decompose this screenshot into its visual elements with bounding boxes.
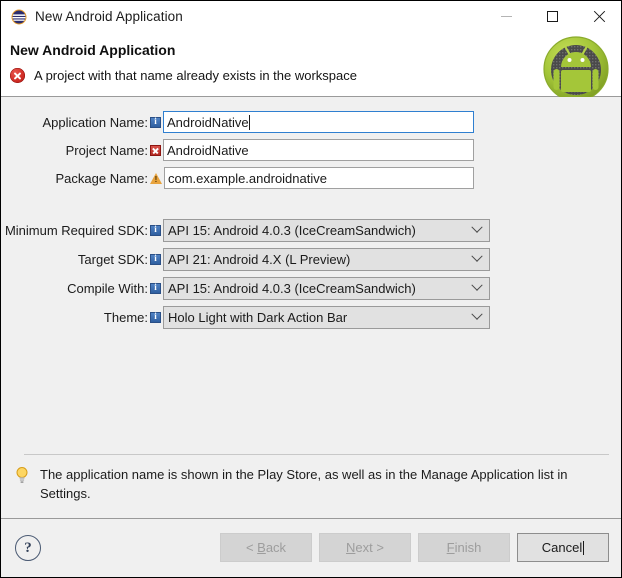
minimize-icon (500, 16, 512, 17)
next-button-label: Next > (346, 540, 384, 555)
label-minimum-required-sdk: Minimum Required SDK: (4, 222, 148, 238)
field-row-theme: Theme: Holo Light with Dark Action Bar (1, 305, 621, 329)
target-sdk-dropdown[interactable]: API 21: Android 4.X (L Preview) (163, 247, 490, 271)
label-compile-with: Compile With: (67, 280, 148, 296)
field-row-compile-with: Compile With: API 15: Android 4.0.3 (Ice… (1, 276, 621, 300)
field-row-application-name: Application Name: AndroidNative (1, 110, 621, 134)
next-button[interactable]: Next > (319, 533, 411, 562)
validation-message-text: A project with that name already exists … (34, 68, 357, 83)
error-icon (10, 68, 25, 83)
eclipse-icon (11, 9, 27, 25)
android-robot-logo (541, 34, 611, 104)
dialog-header: New Android Application A project with t… (1, 32, 621, 102)
hint-area: The application name is shown in the Pla… (1, 447, 621, 517)
warning-icon (150, 172, 162, 185)
text-caret (248, 114, 250, 130)
field-row-package-name: Package Name: com.example.androidnative (1, 166, 621, 190)
maximize-icon (546, 11, 558, 22)
field-row-project-name: Project Name: AndroidNative (1, 138, 621, 162)
info-icon (150, 116, 161, 128)
project-name-input[interactable]: AndroidNative (163, 139, 474, 161)
theme-value: Holo Light with Dark Action Bar (168, 309, 348, 325)
minimum-required-sdk-dropdown[interactable]: API 15: Android 4.0.3 (IceCreamSandwich) (163, 218, 490, 242)
label-theme: Theme: (103, 309, 148, 325)
error-icon (150, 144, 161, 156)
theme-dropdown[interactable]: Holo Light with Dark Action Bar (163, 305, 490, 329)
question-mark-icon[interactable]: ? (15, 535, 41, 561)
info-icon (150, 311, 161, 323)
chevron-down-icon[interactable] (465, 220, 489, 241)
maximize-button[interactable] (529, 1, 575, 32)
page-title: New Android Application (10, 42, 176, 58)
back-button[interactable]: < Back (220, 533, 312, 562)
window-title: New Android Application (35, 9, 183, 24)
hint-separator (24, 454, 609, 455)
field-row-minimum-required-sdk: Minimum Required SDK: API 15: Android 4.… (1, 218, 621, 242)
info-icon (150, 253, 161, 265)
package-name-input[interactable]: com.example.androidnative (164, 167, 474, 189)
hint-text: The application name is shown in the Pla… (40, 467, 568, 501)
chevron-down-icon[interactable] (465, 307, 489, 328)
finish-button[interactable]: Finish (418, 533, 510, 562)
project-name-value: AndroidNative (167, 142, 249, 158)
package-name-value: com.example.androidnative (168, 170, 327, 186)
footer-button-group: < Back Next > Finish Cancel (220, 533, 609, 562)
validation-message: A project with that name already exists … (10, 68, 357, 83)
new-android-application-dialog: New Android Application New Android Appl… (0, 0, 622, 578)
compile-with-dropdown[interactable]: API 15: Android 4.0.3 (IceCreamSandwich) (163, 276, 490, 300)
field-row-target-sdk: Target SDK: API 21: Android 4.X (L Previ… (1, 247, 621, 271)
close-button[interactable] (575, 1, 621, 32)
back-button-label: < Back (245, 540, 287, 555)
dialog-footer: ? < Back Next > Finish Cancel (1, 519, 621, 577)
window-controls (483, 1, 621, 32)
label-package-name: Package Name: (55, 170, 149, 186)
chevron-down-icon[interactable] (465, 249, 489, 270)
label-project-name: Project Name: (65, 142, 148, 158)
minimize-button[interactable] (483, 1, 529, 32)
compile-with-value: API 15: Android 4.0.3 (IceCreamSandwich) (168, 280, 416, 296)
minimum-required-sdk-value: API 15: Android 4.0.3 (IceCreamSandwich) (168, 222, 416, 238)
hint-row: The application name is shown in the Pla… (15, 465, 581, 503)
cancel-button-label: Cancel (541, 540, 583, 555)
lightbulb-icon (15, 466, 29, 484)
dialog-body: Application Name: AndroidNative Project … (1, 97, 621, 519)
chevron-down-icon[interactable] (465, 278, 489, 299)
target-sdk-value: API 21: Android 4.X (L Preview) (168, 251, 351, 267)
close-icon (592, 10, 605, 23)
application-name-input[interactable]: AndroidNative (163, 111, 474, 133)
label-target-sdk: Target SDK: (77, 251, 148, 267)
finish-button-label: Finish (446, 540, 482, 555)
application-name-value: AndroidNative (167, 114, 249, 130)
button-focus-caret (583, 540, 585, 555)
info-icon (150, 282, 161, 294)
title-bar: New Android Application (1, 1, 621, 32)
info-icon (150, 224, 161, 236)
label-application-name: Application Name: (42, 114, 149, 130)
cancel-button[interactable]: Cancel (517, 533, 609, 562)
